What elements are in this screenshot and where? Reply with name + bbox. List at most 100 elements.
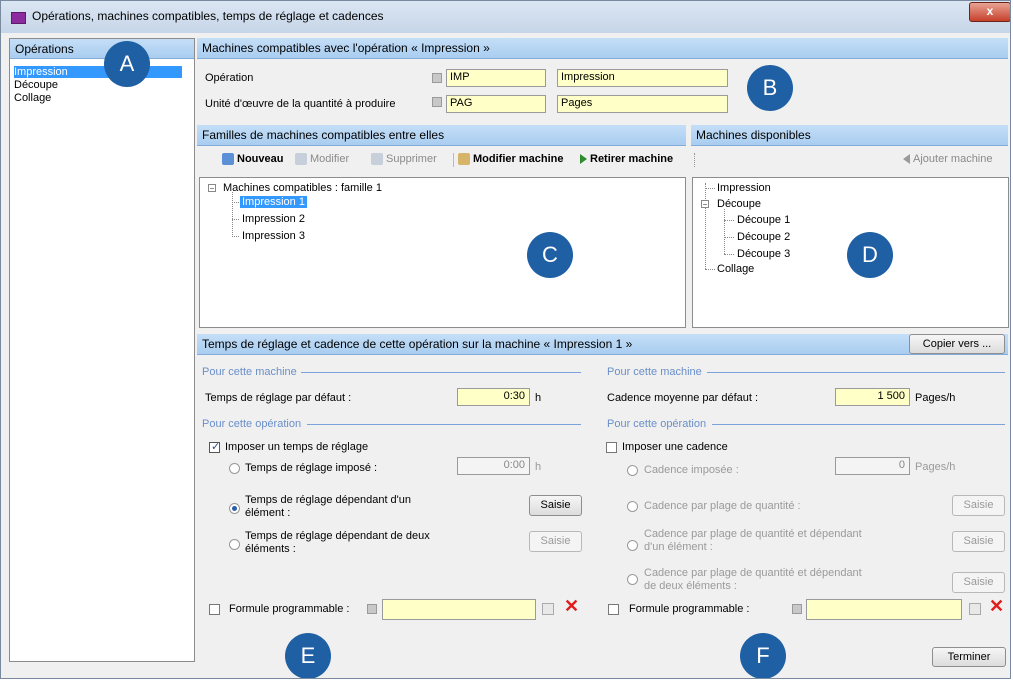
saisie-button[interactable]: Saisie: [952, 531, 1005, 552]
list-item[interactable]: Impression: [14, 66, 182, 78]
formula-label-right: Formule programmable :: [629, 603, 750, 615]
delete-button[interactable]: Supprimer: [371, 153, 437, 165]
saisie-button[interactable]: Saisie: [529, 531, 582, 552]
dialog-window: Opérations, machines compatibles, temps …: [0, 0, 1011, 679]
annotation-badge-c: C: [527, 232, 573, 278]
lock-icon: [432, 73, 442, 83]
edit-machine-button[interactable]: Modifier machine: [458, 153, 563, 165]
formula-field-right[interactable]: [806, 599, 962, 620]
default-time-field[interactable]: 0:30: [457, 388, 530, 406]
formula-checkbox-left[interactable]: [209, 604, 220, 615]
rate-range-radio[interactable]: [627, 501, 638, 512]
section-operation-left: Pour cette opération: [202, 418, 302, 430]
formula-field-left[interactable]: [382, 599, 536, 620]
tree-line: [724, 209, 725, 254]
time-two-elements-radio[interactable]: [229, 539, 240, 550]
annotation-badge-a: A: [104, 41, 150, 87]
time-imposed-radio[interactable]: [229, 463, 240, 474]
rate-imposed-field[interactable]: 0: [835, 457, 910, 475]
section-machine-left: Pour cette machine: [202, 366, 297, 378]
saisie-button[interactable]: Saisie: [952, 495, 1005, 516]
impose-rate-label: Imposer une cadence: [622, 441, 728, 453]
operation-label: Opération: [205, 72, 254, 84]
unit-name-field[interactable]: Pages: [557, 95, 728, 113]
machines-header: Machines compatibles avec l'opération « …: [197, 38, 1008, 59]
impose-time-checkbox[interactable]: ✓: [209, 441, 220, 453]
rate-range-one-element-label-2: d'un élément :: [644, 541, 713, 553]
saisie-button[interactable]: Saisie: [529, 495, 582, 516]
close-button[interactable]: x: [969, 2, 1010, 22]
operations-panel: Opérations Impression Découpe Collage: [9, 38, 195, 662]
tree-item[interactable]: Découpe 2: [737, 231, 790, 243]
collapse-icon[interactable]: −: [208, 184, 216, 193]
formula-checkbox-right[interactable]: [608, 604, 619, 615]
lock-icon: [432, 97, 442, 107]
tree-item[interactable]: Impression 2: [242, 213, 305, 225]
new-button[interactable]: Nouveau: [222, 153, 283, 165]
finish-button[interactable]: Terminer: [932, 647, 1006, 667]
collapse-icon[interactable]: −: [701, 200, 709, 209]
formula-editor-icon[interactable]: [969, 603, 981, 615]
tree-line: [232, 202, 239, 203]
clear-icon[interactable]: ✕: [989, 597, 1004, 615]
tree-item[interactable]: Impression 3: [242, 230, 305, 242]
impose-time-label: Imposer un temps de réglage: [225, 441, 369, 453]
rate-range-two-elements-label-1: Cadence par plage de quantité et dépenda…: [644, 567, 862, 579]
rate-imposed-label: Cadence imposée :: [644, 464, 739, 476]
rate-range-two-elements-radio[interactable]: [627, 574, 638, 585]
time-two-elements-label-1: Temps de réglage dépendant de deux: [245, 530, 430, 542]
operation-name-field[interactable]: Impression: [557, 69, 728, 87]
impose-rate-checkbox[interactable]: [606, 442, 617, 453]
tree-item[interactable]: Impression: [717, 182, 771, 194]
rate-range-one-element-label-1: Cadence par plage de quantité et dépenda…: [644, 528, 862, 540]
settings-header: Temps de réglage et cadence de cette opé…: [197, 334, 1008, 355]
tree-root-family[interactable]: Machines compatibles : famille 1: [223, 182, 382, 194]
tree-item[interactable]: Collage: [717, 263, 754, 275]
default-rate-field[interactable]: 1 500: [835, 388, 910, 406]
formula-editor-icon[interactable]: [542, 603, 554, 615]
tree-item[interactable]: Découpe 1: [737, 214, 790, 226]
section-operation-right: Pour cette opération: [607, 418, 707, 430]
copy-to-button[interactable]: Copier vers ...: [909, 334, 1005, 354]
unit-code-field[interactable]: PAG: [446, 95, 546, 113]
tree-item[interactable]: Découpe 3: [737, 248, 790, 260]
rate-imposed-radio[interactable]: [627, 465, 638, 476]
section-machine-right: Pour cette machine: [607, 366, 702, 378]
add-machine-label: Ajouter machine: [913, 153, 993, 165]
time-imposed-field[interactable]: 0:00: [457, 457, 530, 475]
available-header: Machines disponibles: [691, 125, 1008, 146]
time-imposed-label: Temps de réglage imposé :: [245, 462, 378, 474]
section-divider: [301, 372, 581, 373]
edit-button[interactable]: Modifier: [295, 153, 349, 165]
annotation-badge-e: E: [285, 633, 331, 678]
tree-line: [724, 254, 734, 255]
new-icon: [222, 153, 234, 165]
section-divider: [707, 372, 1005, 373]
remove-machine-button[interactable]: Retirer machine: [580, 153, 673, 165]
add-machine-button[interactable]: Ajouter machine: [903, 153, 993, 165]
clear-icon[interactable]: ✕: [564, 597, 579, 615]
tree-item[interactable]: Impression 1: [240, 196, 307, 208]
rate-range-one-element-radio[interactable]: [627, 540, 638, 551]
saisie-button[interactable]: Saisie: [952, 572, 1005, 593]
list-item[interactable]: Découpe: [14, 79, 58, 91]
operations-header: Opérations: [10, 39, 194, 59]
arrow-right-icon: [580, 154, 587, 164]
new-label: Nouveau: [237, 153, 284, 165]
annotation-badge-f: F: [740, 633, 786, 678]
families-header: Familles de machines compatibles entre e…: [197, 125, 686, 146]
delete-label: Supprimer: [386, 153, 437, 165]
time-two-elements-label-2: éléments :: [245, 543, 296, 555]
time-imposed-unit: h: [535, 461, 542, 473]
edit-label: Modifier: [310, 153, 350, 165]
edit-icon: [295, 153, 307, 165]
operation-code-field[interactable]: IMP: [446, 69, 546, 87]
formula-label-left: Formule programmable :: [229, 603, 350, 615]
tree-line: [232, 236, 239, 237]
list-item[interactable]: Collage: [14, 92, 51, 104]
default-rate-unit: Pages/h: [915, 392, 956, 404]
annotation-badge-b: B: [747, 65, 793, 111]
time-one-element-radio[interactable]: [229, 503, 240, 514]
toolbar-separator: [694, 153, 696, 167]
toolbar-separator: [453, 153, 454, 167]
